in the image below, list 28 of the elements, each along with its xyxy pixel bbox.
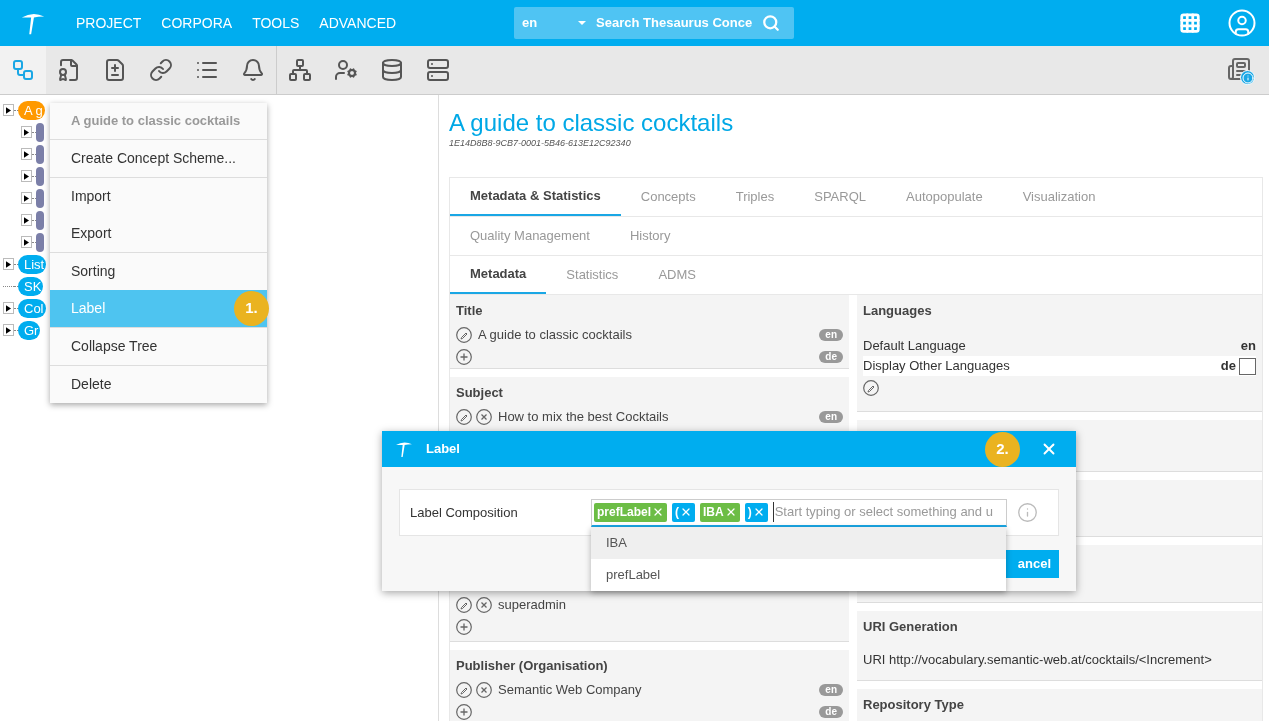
language-tag: de xyxy=(819,706,843,718)
setting-value: en xyxy=(1240,337,1256,355)
field-title: Repository Type xyxy=(863,695,965,714)
input-placeholder: Start typing or select something and u xyxy=(772,502,993,522)
field-title: Subject xyxy=(456,383,504,402)
uri-pattern: URI http://vocabulary.semantic-web.at/cocktails/<Increment> xyxy=(863,651,1213,669)
field-value: Semantic Web Company xyxy=(498,681,642,700)
field-value: superadmin xyxy=(498,595,566,614)
language-tag: de xyxy=(819,351,843,363)
setting-value: de xyxy=(1220,357,1236,376)
scheme-id: 1E14D8B8-9CB7-0001-5B46-613E12C92340 xyxy=(449,137,632,150)
field-label: Label Composition xyxy=(409,503,519,522)
setting-label: Display Other Languages xyxy=(863,357,1010,376)
setting-label: Default Language xyxy=(863,337,966,355)
language-tag: en xyxy=(819,329,843,341)
field-value: A guide to classic cocktails xyxy=(478,326,632,345)
step-callout: 1. xyxy=(234,291,269,326)
language-tag: en xyxy=(819,411,843,423)
page-title: A guide to classic cocktails xyxy=(449,109,735,137)
field-title: URI Generation xyxy=(863,617,959,636)
field-value: How to mix the best Cocktails xyxy=(498,408,669,427)
dialog-title: Label xyxy=(426,440,460,459)
field-title: Publisher (Organisation) xyxy=(456,656,609,675)
step-callout: 2. xyxy=(985,431,1020,467)
field-title: Title xyxy=(456,301,484,320)
language-tag: en xyxy=(819,684,843,696)
field-title: Languages xyxy=(863,301,933,320)
menu-title: A guide to classic cocktails xyxy=(70,112,242,131)
